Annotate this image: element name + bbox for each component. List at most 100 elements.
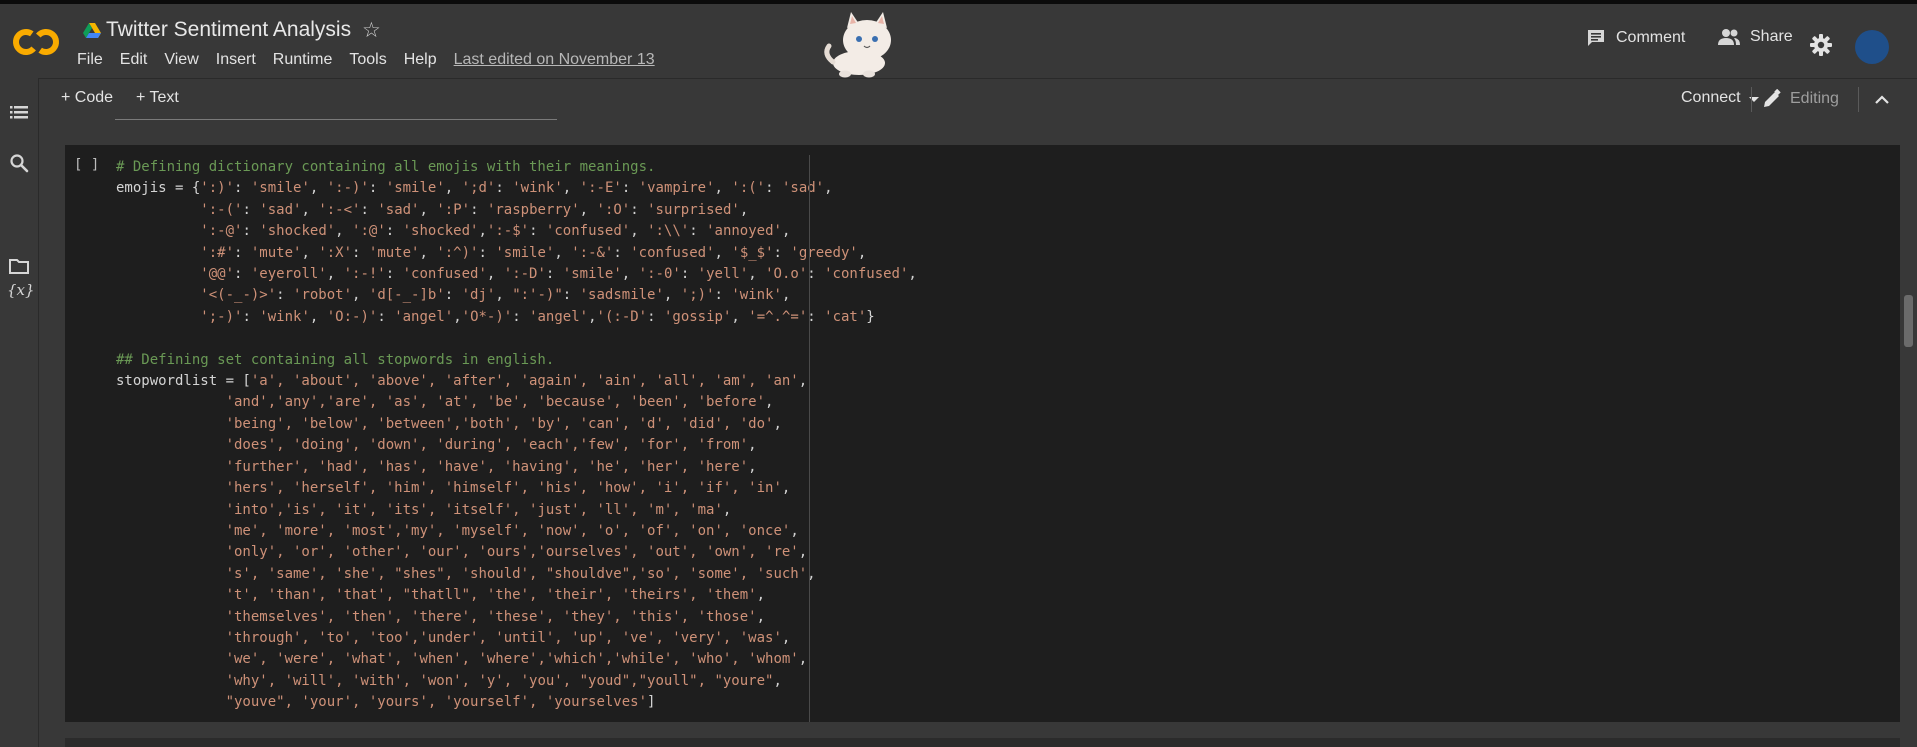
toc-icon[interactable]	[9, 102, 29, 122]
code-string: ':-)'	[326, 180, 369, 197]
code-text: ,	[731, 308, 749, 325]
menu-file[interactable]: File	[77, 51, 103, 69]
connect-button[interactable]: Connect	[1681, 89, 1741, 107]
last-edited-link[interactable]: Last edited on November 13	[454, 51, 655, 69]
code-string: 's', 'same', 'she', "shes", 'should', "s…	[225, 565, 808, 582]
next-cell[interactable]	[65, 738, 1900, 747]
code-string: 'sad'	[259, 201, 302, 218]
star-icon[interactable]: ☆	[362, 18, 381, 43]
code-text: :	[647, 308, 664, 325]
code-text: :	[714, 287, 732, 304]
drive-icon[interactable]	[83, 23, 101, 39]
share-label: Share	[1750, 28, 1793, 45]
menu-edit[interactable]: Edit	[120, 51, 148, 69]
account-avatar[interactable]	[1855, 30, 1889, 64]
caret-down-icon[interactable]	[1747, 92, 1761, 106]
code-text: :	[512, 308, 530, 325]
code-string: 'mute'	[368, 244, 420, 261]
code-text: }	[866, 308, 875, 325]
code-string: 'gossip'	[663, 308, 732, 325]
code-string: 'O.o'	[765, 266, 808, 283]
code-string: 'wink'	[731, 287, 782, 304]
code-line: 'only', 'or', 'other', 'our', 'ours','ou…	[116, 542, 917, 563]
add-text-button[interactable]: + Text	[136, 89, 179, 107]
code-line: ':-@': 'shocked', ':@': 'shocked',':-$':…	[116, 221, 917, 242]
code-text: ,	[748, 458, 757, 475]
add-code-button[interactable]: + Code	[61, 89, 113, 107]
code-string: ':@'	[352, 223, 386, 240]
code-text: ,	[781, 480, 791, 497]
code-text: :	[352, 244, 369, 261]
code-string: ':('	[731, 180, 766, 197]
code-string: ":'-)"	[512, 287, 563, 304]
code-text: :	[234, 266, 251, 283]
code-text: ,	[621, 266, 639, 283]
code-string: 'sad'	[377, 201, 420, 218]
code-string: ':-&'	[571, 244, 614, 261]
code-string: 'raspberry'	[486, 201, 580, 218]
code-text: ,	[756, 608, 766, 625]
code-string: 'surprised'	[647, 201, 740, 218]
code-text: :	[234, 244, 251, 261]
code-string: ':\\'	[647, 223, 690, 240]
notebook-toolbar: + Code + Text Connect Editing	[39, 78, 1917, 121]
chevron-up-icon[interactable]	[1873, 91, 1891, 109]
code-line: 's', 'same', 'she', "shes", 'should', "s…	[116, 564, 917, 585]
code-string: ';-)'	[200, 308, 243, 325]
code-text: ,	[486, 266, 504, 283]
code-string: 'and','any','are', 'as', 'at', 'be', 'be…	[225, 394, 766, 411]
code-line: # Defining dictionary containing all emo…	[116, 157, 917, 178]
code-text: :	[680, 266, 698, 283]
code-string: 'cat'	[824, 308, 867, 325]
code-text: ,	[756, 587, 766, 604]
editing-mode-button[interactable]: Editing	[1762, 89, 1839, 109]
code-text: :	[234, 180, 251, 197]
scrollbar-thumb[interactable]	[1904, 295, 1913, 347]
comment-icon	[1588, 30, 1604, 46]
code-text: :	[242, 223, 260, 240]
code-string: "youve", 'your', 'yours', 'yourself', 'y…	[225, 694, 648, 711]
code-string: ':^)'	[436, 244, 479, 261]
menu-tools[interactable]: Tools	[349, 51, 386, 69]
code-string: ':#'	[200, 244, 235, 261]
gear-icon[interactable]	[1809, 33, 1833, 57]
notebook-title[interactable]: Twitter Sentiment Analysis	[106, 18, 351, 42]
folder-icon[interactable]	[9, 256, 29, 276]
code-editor[interactable]: # Defining dictionary containing all emo…	[116, 157, 917, 714]
code-string: 'confused'	[402, 266, 487, 283]
code-string: ':-D'	[503, 266, 546, 283]
code-string: 'angel'	[529, 308, 589, 325]
code-string: '$_$'	[731, 244, 774, 261]
code-text: ,	[790, 522, 799, 539]
code-string: 'confused'	[545, 223, 631, 240]
code-string: '@@'	[200, 266, 235, 283]
menu-help[interactable]: Help	[404, 51, 437, 69]
share-button[interactable]: Share	[1718, 28, 1793, 46]
code-string: 'confused'	[630, 244, 715, 261]
code-text: :	[621, 180, 639, 197]
code-text: :	[562, 287, 580, 304]
menu-bar: File Edit View Insert Runtime Tools Help…	[77, 51, 655, 69]
code-string: 'wink'	[259, 308, 310, 325]
menu-view[interactable]: View	[164, 51, 198, 69]
variables-icon[interactable]: {x}	[7, 281, 35, 299]
code-line: 'me', 'more', 'most','my', 'myself', 'no…	[116, 521, 917, 542]
code-line: 'further', 'had', 'has', 'have', 'having…	[116, 457, 917, 478]
menu-insert[interactable]: Insert	[216, 51, 256, 69]
code-string: ':P'	[436, 201, 471, 218]
colab-logo[interactable]	[12, 26, 60, 58]
menu-runtime[interactable]: Runtime	[273, 51, 333, 69]
comment-button[interactable]: Comment	[1586, 28, 1685, 48]
code-comment: ## Defining set containing all stopwords…	[116, 351, 555, 368]
search-icon[interactable]	[9, 153, 29, 173]
run-cell-button[interactable]: [ ]	[74, 157, 99, 173]
